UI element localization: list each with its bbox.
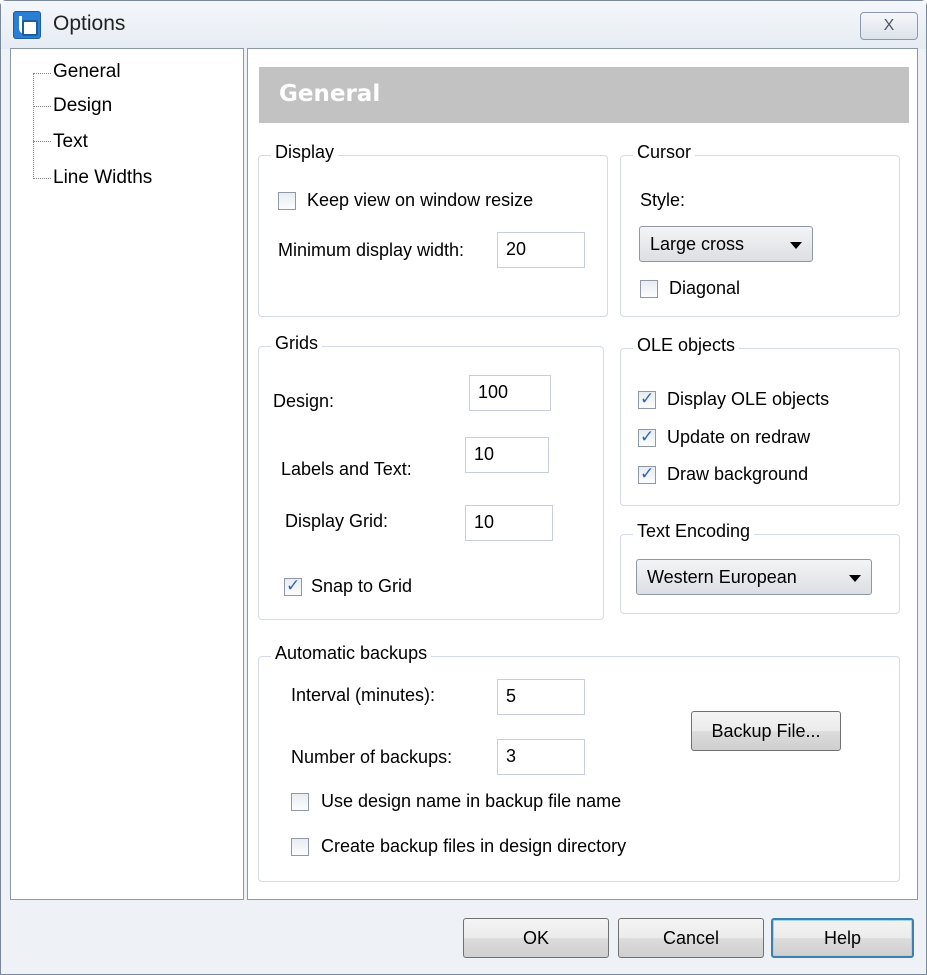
interval-input[interactable]: 5: [497, 679, 585, 715]
snap-to-grid-label: Snap to Grid: [311, 576, 413, 596]
text-encoding-legend: Text Encoding: [633, 521, 755, 542]
close-button[interactable]: X: [860, 12, 918, 40]
tree-connector: [33, 106, 51, 107]
text-encoding-dropdown[interactable]: Western European: [636, 559, 872, 595]
display-legend: Display: [271, 142, 339, 163]
options-dialog: Options X General Design Text Line Width…: [0, 0, 927, 975]
display-ole-label: Display OLE objects: [667, 389, 830, 409]
diagonal-label: Diagonal: [669, 278, 741, 298]
update-on-redraw-label: Update on redraw: [667, 427, 811, 447]
tree-connector: [33, 178, 51, 179]
update-on-redraw-checkbox[interactable]: [638, 427, 656, 447]
draw-background-label: Draw background: [667, 464, 809, 484]
options-tree: General Design Text Line Widths: [10, 48, 244, 900]
tree-connector: [33, 73, 51, 74]
tree-item-general[interactable]: General: [53, 61, 121, 87]
number-of-backups-input[interactable]: 3: [497, 739, 585, 775]
interval-label: Interval (minutes):: [291, 685, 436, 705]
draw-background-checkbox[interactable]: [638, 464, 656, 484]
cursor-style-label: Style:: [640, 190, 686, 210]
text-encoding-value: Western European: [647, 567, 797, 587]
display-grid-input[interactable]: 10: [465, 505, 553, 541]
design-grid-label: Design:: [273, 391, 335, 411]
keep-view-label: Keep view on window resize: [307, 190, 534, 210]
ole-objects-group: OLE objects Display OLE objects Update o…: [620, 335, 900, 506]
tree-connector: [33, 141, 51, 142]
grids-group: Grids Design: 100 Labels and Text: 10 Di…: [258, 333, 604, 620]
use-design-name-label: Use design name in backup file name: [321, 791, 622, 811]
cancel-button[interactable]: Cancel: [618, 918, 764, 958]
tree-item-line-widths[interactable]: Line Widths: [53, 167, 152, 193]
chevron-down-icon: [790, 242, 802, 249]
design-grid-input[interactable]: 100: [469, 375, 551, 411]
cursor-group: Cursor Style: Large cross Diagonal: [620, 142, 900, 317]
display-group: Display Keep view on window resize Minim…: [258, 142, 608, 317]
labels-text-input[interactable]: 10: [465, 437, 549, 473]
general-panel: General Display Keep view on window resi…: [247, 48, 918, 900]
tree-item-design[interactable]: Design: [53, 95, 112, 121]
chevron-down-icon: [849, 575, 861, 582]
close-icon: X: [883, 17, 895, 34]
page-banner: General: [259, 67, 909, 123]
cursor-legend: Cursor: [633, 142, 696, 163]
text-encoding-group: Text Encoding Western European: [620, 521, 900, 614]
min-display-width-label: Minimum display width:: [278, 240, 465, 260]
title-bar: Options X: [1, 1, 926, 49]
cursor-style-dropdown[interactable]: Large cross: [639, 226, 813, 262]
help-button[interactable]: Help: [771, 918, 914, 958]
use-design-name-checkbox[interactable]: [291, 793, 309, 811]
display-grid-label: Display Grid:: [285, 511, 389, 531]
automatic-backups-legend: Automatic backups: [271, 643, 432, 664]
backup-file-button[interactable]: Backup File...: [691, 711, 841, 751]
display-ole-checkbox[interactable]: [638, 389, 656, 409]
tree-connector-line: [33, 73, 51, 179]
ok-button[interactable]: OK: [463, 918, 609, 958]
cursor-style-value: Large cross: [650, 234, 745, 254]
create-in-design-dir-checkbox[interactable]: [291, 838, 309, 856]
number-of-backups-label: Number of backups:: [291, 747, 453, 767]
app-icon: [13, 11, 41, 39]
page-title: General: [279, 81, 381, 107]
automatic-backups-group: Automatic backups Interval (minutes): 5 …: [258, 643, 900, 882]
snap-to-grid-checkbox[interactable]: [284, 576, 302, 596]
ole-objects-legend: OLE objects: [633, 335, 740, 356]
create-in-design-dir-label: Create backup files in design directory: [321, 836, 627, 856]
diagonal-checkbox[interactable]: [640, 280, 658, 298]
labels-text-label: Labels and Text:: [281, 459, 412, 479]
keep-view-checkbox[interactable]: [278, 192, 296, 210]
min-display-width-input[interactable]: 20: [497, 232, 585, 268]
tree-item-text[interactable]: Text: [53, 131, 88, 157]
window-title: Options: [53, 12, 126, 35]
grids-legend: Grids: [271, 333, 323, 354]
